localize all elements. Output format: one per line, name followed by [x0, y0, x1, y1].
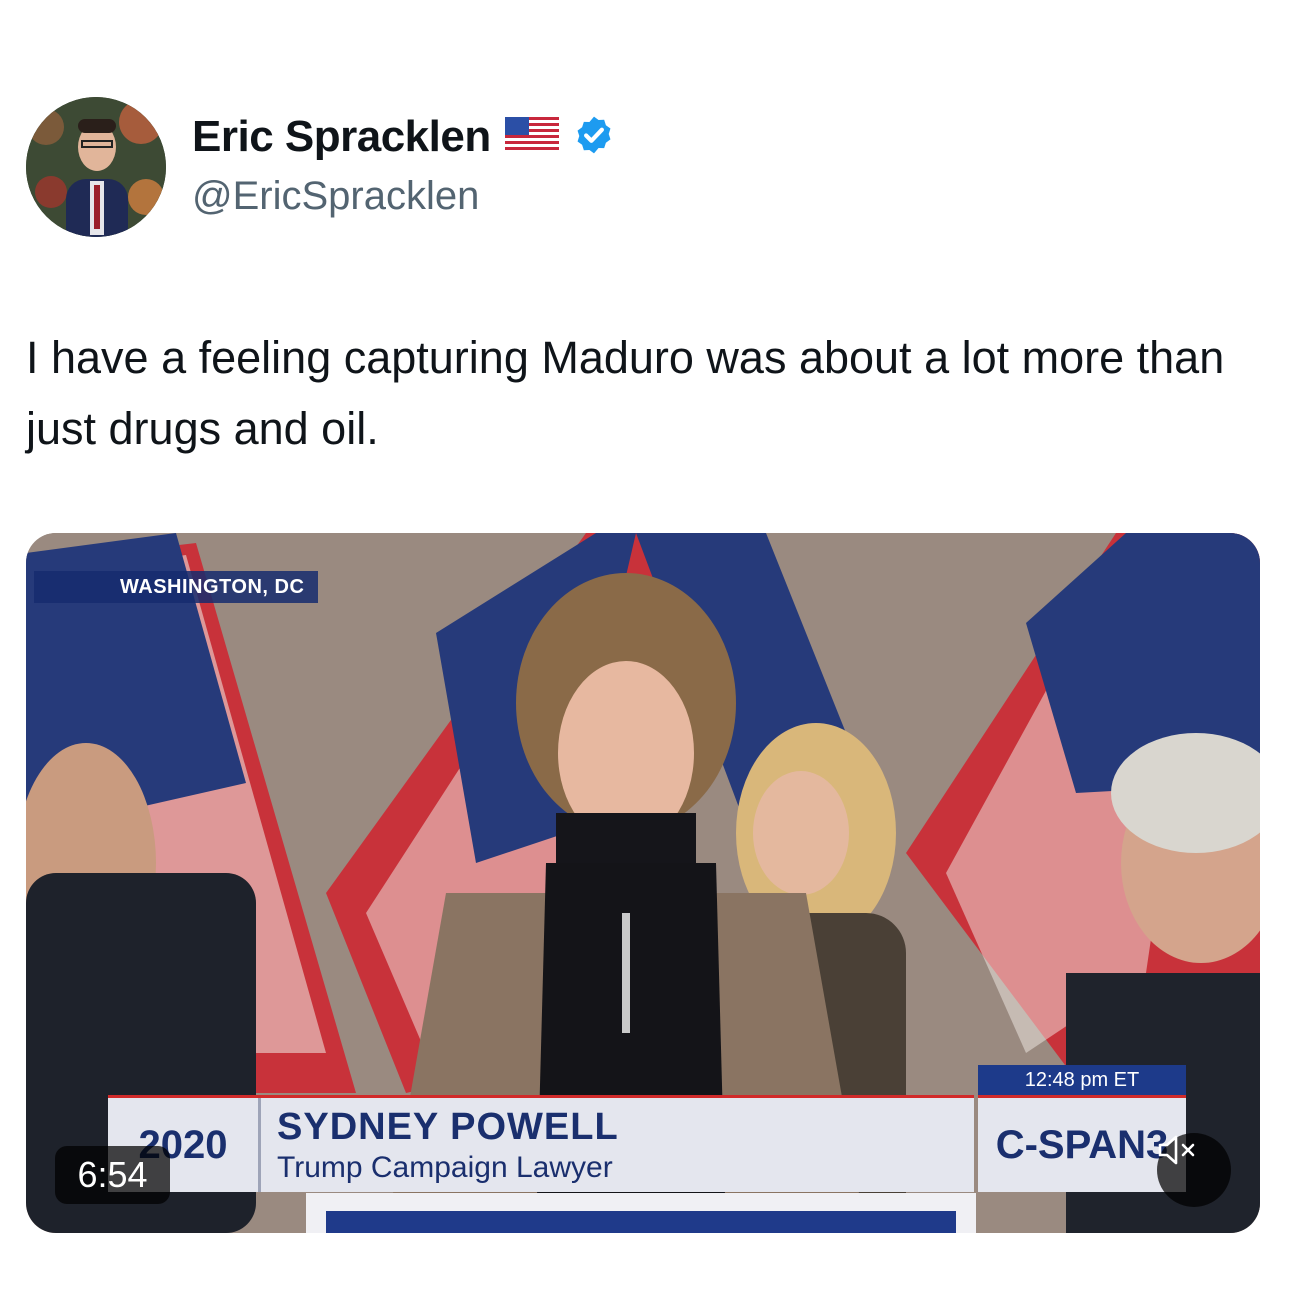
chyron: SYDNEY POWELL Trump Campaign Lawyer	[261, 1106, 619, 1185]
chyron-role: Trump Campaign Lawyer	[277, 1150, 613, 1184]
video-lower-third: 2020 SYDNEY POWELL Trump Campaign Lawyer	[108, 1095, 974, 1192]
video-duration: 6:54	[55, 1146, 170, 1204]
network-logo: C-SPAN3	[978, 1095, 1186, 1192]
avatar-image	[26, 97, 166, 237]
us-flag-icon	[504, 116, 559, 158]
author-handle[interactable]: @EricSpracklen	[192, 174, 479, 219]
author-name[interactable]: Eric Spracklen	[192, 112, 491, 162]
tweet-text: I have a feeling capturing Maduro was ab…	[26, 332, 1225, 454]
speaker-muted-icon	[1158, 1135, 1195, 1165]
video-location-label: WASHINGTON, DC	[34, 571, 319, 603]
chyron-name: SYDNEY POWELL	[277, 1105, 619, 1148]
mute-button[interactable]	[1157, 1133, 1231, 1207]
video-player[interactable]: WASHINGTON, DC 2020 SYDNEY POWELL Trump …	[26, 533, 1260, 1233]
avatar[interactable]	[26, 97, 166, 237]
broadcast-time: 12:48 pm ET	[978, 1065, 1186, 1095]
author-name-row: Eric Spracklen	[192, 112, 615, 162]
verified-badge-icon[interactable]	[573, 114, 615, 161]
